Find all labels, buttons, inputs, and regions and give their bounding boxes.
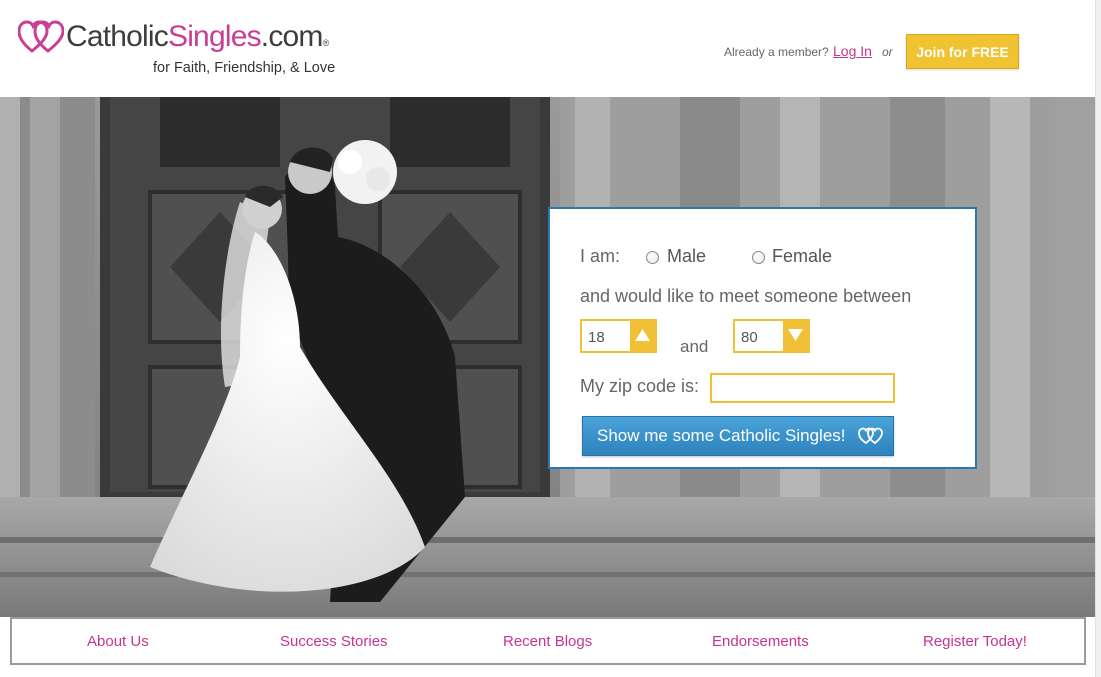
site-logo[interactable]: CatholicSingles.com® <box>18 20 330 54</box>
meet-label: and would like to meet someone between <box>580 286 912 306</box>
nav-recent-blogs[interactable]: Recent Blogs <box>503 633 592 650</box>
nav-endorsements[interactable]: Endorsements <box>712 633 809 650</box>
male-radio[interactable] <box>646 251 659 264</box>
member-prompt: Already a member? <box>724 45 829 59</box>
double-heart-icon <box>18 20 64 53</box>
i-am-label: I am: <box>580 246 621 266</box>
min-age-arrow[interactable] <box>630 321 655 351</box>
female-radio-label[interactable]: Female <box>772 246 832 267</box>
triangle-up-icon <box>635 329 650 341</box>
logo-tagline: for Faith, Friendship, & Love <box>153 60 336 76</box>
max-age-arrow[interactable] <box>783 321 808 351</box>
zip-input[interactable] <box>710 373 895 403</box>
triangle-down-icon <box>788 329 803 341</box>
nav-success-stories[interactable]: Success Stories <box>280 633 388 650</box>
window-scrollbar[interactable] <box>1095 0 1101 677</box>
show-singles-label: Show me some Catholic Singles! <box>597 426 846 445</box>
min-age-select[interactable]: 18 <box>580 319 657 353</box>
footer-nav: About Us Success Stories Recent Blogs En… <box>10 617 1086 665</box>
min-age-value: 18 <box>588 329 605 346</box>
site-header: CatholicSingles.com® for Faith, Friendsh… <box>0 0 1095 97</box>
and-label: and <box>680 337 709 356</box>
female-radio[interactable] <box>752 251 765 264</box>
nav-about-us[interactable]: About Us <box>87 633 149 650</box>
max-age-select[interactable]: 80 <box>733 319 810 353</box>
logo-part-singles: Singles <box>167 20 262 53</box>
double-heart-icon <box>858 427 883 445</box>
nav-register-today[interactable]: Register Today! <box>923 633 1027 650</box>
registered-mark: ® <box>322 38 330 48</box>
max-age-value: 80 <box>741 329 758 346</box>
logo-part-catholic: Catholic <box>66 20 169 53</box>
signup-search-form: I am: Male Female and would like to meet… <box>548 207 977 469</box>
login-link[interactable]: Log In <box>833 43 872 59</box>
zip-label: My zip code is: <box>580 376 700 396</box>
show-singles-button[interactable]: Show me some Catholic Singles! <box>582 416 894 456</box>
male-radio-label[interactable]: Male <box>667 246 706 267</box>
logo-wordmark: CatholicSingles.com® <box>66 20 330 54</box>
or-label: or <box>882 45 893 59</box>
join-button[interactable]: Join for FREE <box>906 34 1019 69</box>
logo-part-com: .com <box>260 20 324 53</box>
